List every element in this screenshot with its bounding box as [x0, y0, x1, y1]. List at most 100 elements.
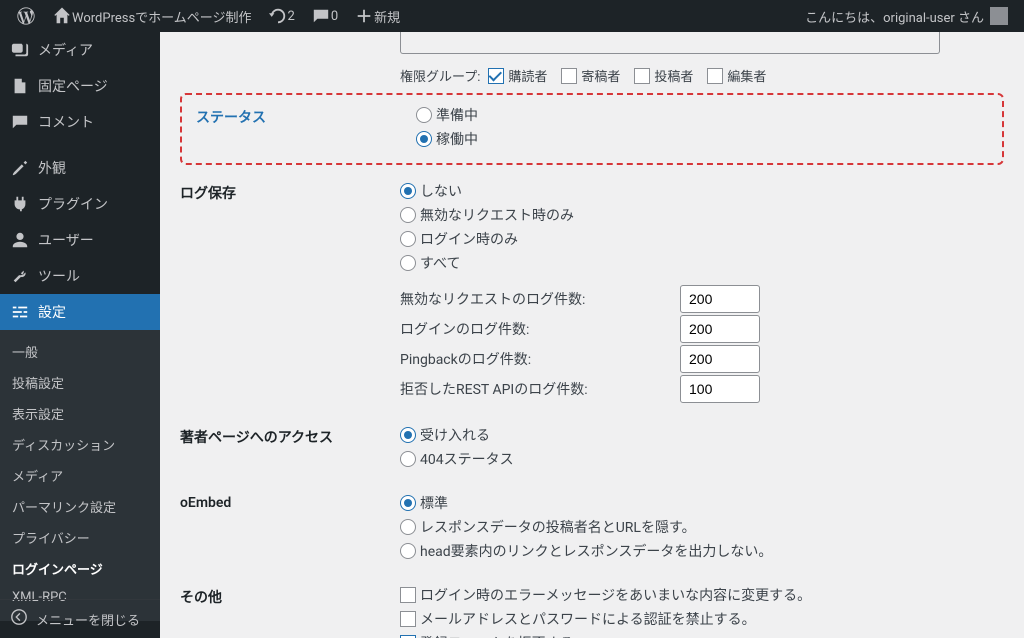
radio-icon: [400, 543, 416, 559]
updates-icon: [268, 6, 288, 26]
logsave-all[interactable]: すべて: [400, 253, 1004, 273]
sidebar-item-users[interactable]: ユーザー: [0, 222, 160, 258]
collapse-icon: [10, 608, 28, 630]
media-icon: [10, 40, 30, 60]
sidebar-item-tools[interactable]: ツール: [0, 258, 160, 294]
page-icon: [10, 76, 30, 96]
input-login-count[interactable]: [680, 315, 760, 343]
radio-icon: [400, 495, 416, 511]
author-accept[interactable]: 受け入れる: [400, 425, 1004, 445]
radio-icon: [400, 451, 416, 467]
role-editor[interactable]: 編集者: [707, 66, 766, 85]
logfield-login: ログインのログ件数:: [400, 315, 1004, 343]
user-greeting[interactable]: こんにちは、original-user さん: [797, 0, 1016, 32]
admin-bar-right: こんにちは、original-user さん: [797, 0, 1016, 32]
avatar: [990, 7, 1008, 25]
sidebar-item-media[interactable]: メディア: [0, 32, 160, 68]
site-title: WordPressでホームページ制作: [72, 7, 252, 26]
logfield-restapi: 拒否したREST APIのログ件数:: [400, 375, 1004, 403]
checkbox-icon: [634, 68, 650, 84]
oembed-standard[interactable]: 標準: [400, 493, 1004, 513]
checkbox-icon: [400, 587, 416, 603]
cut-off-textarea[interactable]: [400, 32, 940, 54]
submenu-discussion[interactable]: ディスカッション: [0, 429, 160, 460]
updates-link[interactable]: 2: [260, 0, 303, 32]
submenu-permalink[interactable]: パーマリンク設定: [0, 491, 160, 522]
submenu-reading[interactable]: 表示設定: [0, 398, 160, 429]
admin-bar: WordPressでホームページ制作 2 0 新規 こんにちは、original…: [0, 0, 1024, 32]
author-label: 著者ページへのアクセス: [180, 425, 400, 447]
submenu-privacy[interactable]: プライバシー: [0, 522, 160, 553]
role-contributor[interactable]: 寄稿者: [561, 66, 620, 85]
radio-icon: [416, 107, 432, 123]
updates-count: 2: [288, 9, 295, 24]
logfield-invalid: 無効なリクエストのログ件数:: [400, 285, 1004, 313]
radio-icon: [400, 183, 416, 199]
oembed-hide[interactable]: レスポンスデータの投稿者名とURLを隠す。: [400, 517, 1004, 537]
site-home-link[interactable]: WordPressでホームページ制作: [44, 0, 260, 32]
comment-icon: [311, 6, 331, 26]
oembed-nohead[interactable]: head要素内のリンクとレスポンスデータを出力しない。: [400, 541, 1004, 561]
radio-icon: [400, 207, 416, 223]
submenu-writing[interactable]: 投稿設定: [0, 367, 160, 398]
status-label: ステータス: [196, 105, 416, 153]
oembed-row: oEmbed 標準 レスポンスデータの投稿者名とURLを隠す。 head要素内の…: [180, 483, 1004, 575]
comments-link[interactable]: 0: [303, 0, 346, 32]
checkbox-icon: [400, 611, 416, 627]
submenu-login-page[interactable]: ログインページ: [0, 553, 160, 584]
other-vague-error[interactable]: ログイン時のエラーメッセージをあいまいな内容に変更する。: [400, 585, 1004, 605]
logsave-login[interactable]: ログイン時のみ: [400, 229, 1004, 249]
radio-icon: [400, 231, 416, 247]
oembed-body: 標準 レスポンスデータの投稿者名とURLを隠す。 head要素内のリンクとレスポ…: [400, 493, 1004, 565]
sliders-icon: [10, 302, 30, 322]
wordpress-icon: [16, 6, 36, 26]
comments-count: 0: [331, 9, 338, 24]
sidebar-label: 外観: [38, 158, 66, 178]
checkbox-icon: [707, 68, 723, 84]
logsave-none[interactable]: しない: [400, 181, 1004, 201]
sidebar-item-comments[interactable]: コメント: [0, 104, 160, 140]
sidebar-separator: [0, 140, 160, 150]
comment-icon: [10, 112, 30, 132]
submenu-media[interactable]: メディア: [0, 460, 160, 491]
author-body: 受け入れる 404ステータス: [400, 425, 1004, 473]
role-subscriber[interactable]: 購読者: [488, 66, 547, 85]
logsave-body: しない 無効なリクエスト時のみ ログイン時のみ すべて 無効なリクエストのログ件…: [400, 181, 1004, 405]
roles-label: 権限グループ:: [400, 66, 480, 85]
other-row: その他 ログイン時のエラーメッセージをあいまいな内容に変更する。 メールアドレス…: [180, 575, 1004, 638]
logsave-label: ログ保存: [180, 181, 400, 203]
home-icon: [52, 6, 72, 26]
wp-logo[interactable]: [8, 0, 44, 32]
other-no-email-auth[interactable]: メールアドレスとパスワードによる認証を禁止する。: [400, 609, 1004, 629]
brush-icon: [10, 158, 30, 178]
sidebar-item-appearance[interactable]: 外観: [0, 150, 160, 186]
input-pingback-count[interactable]: [680, 345, 760, 373]
collapse-menu[interactable]: メニューを閉じる: [0, 599, 160, 638]
author-404[interactable]: 404ステータス: [400, 449, 1004, 469]
status-preparing[interactable]: 準備中: [416, 105, 988, 125]
input-invalid-count[interactable]: [680, 285, 760, 313]
sidebar-item-plugins[interactable]: プラグイン: [0, 186, 160, 222]
input-restapi-count[interactable]: [680, 375, 760, 403]
collapse-label: メニューを閉じる: [36, 610, 140, 629]
new-label: 新規: [374, 7, 400, 26]
status-highlight-box: ステータス 準備中 稼働中: [180, 93, 1004, 165]
greeting-text: こんにちは、original-user さん: [805, 7, 984, 26]
sidebar-label: メディア: [38, 40, 93, 60]
role-author[interactable]: 投稿者: [634, 66, 693, 85]
sidebar-label: 設定: [38, 302, 66, 322]
submenu-general[interactable]: 一般: [0, 336, 160, 367]
status-running[interactable]: 稼働中: [416, 129, 988, 149]
radio-icon: [400, 255, 416, 271]
sidebar-item-pages[interactable]: 固定ページ: [0, 68, 160, 104]
sidebar-label: ツール: [38, 266, 80, 286]
radio-icon: [400, 427, 416, 443]
new-content-link[interactable]: 新規: [346, 0, 408, 32]
other-reject-register[interactable]: 登録フォームを拒否する。: [400, 633, 1004, 638]
logsave-invalid[interactable]: 無効なリクエスト時のみ: [400, 205, 1004, 225]
checkbox-icon: [561, 68, 577, 84]
roles-row: 権限グループ: 購読者 寄稿者 投稿者 編集者: [400, 54, 1004, 85]
plus-icon: [354, 6, 374, 26]
sidebar-item-settings[interactable]: 設定: [0, 294, 160, 330]
radio-icon: [416, 131, 432, 147]
